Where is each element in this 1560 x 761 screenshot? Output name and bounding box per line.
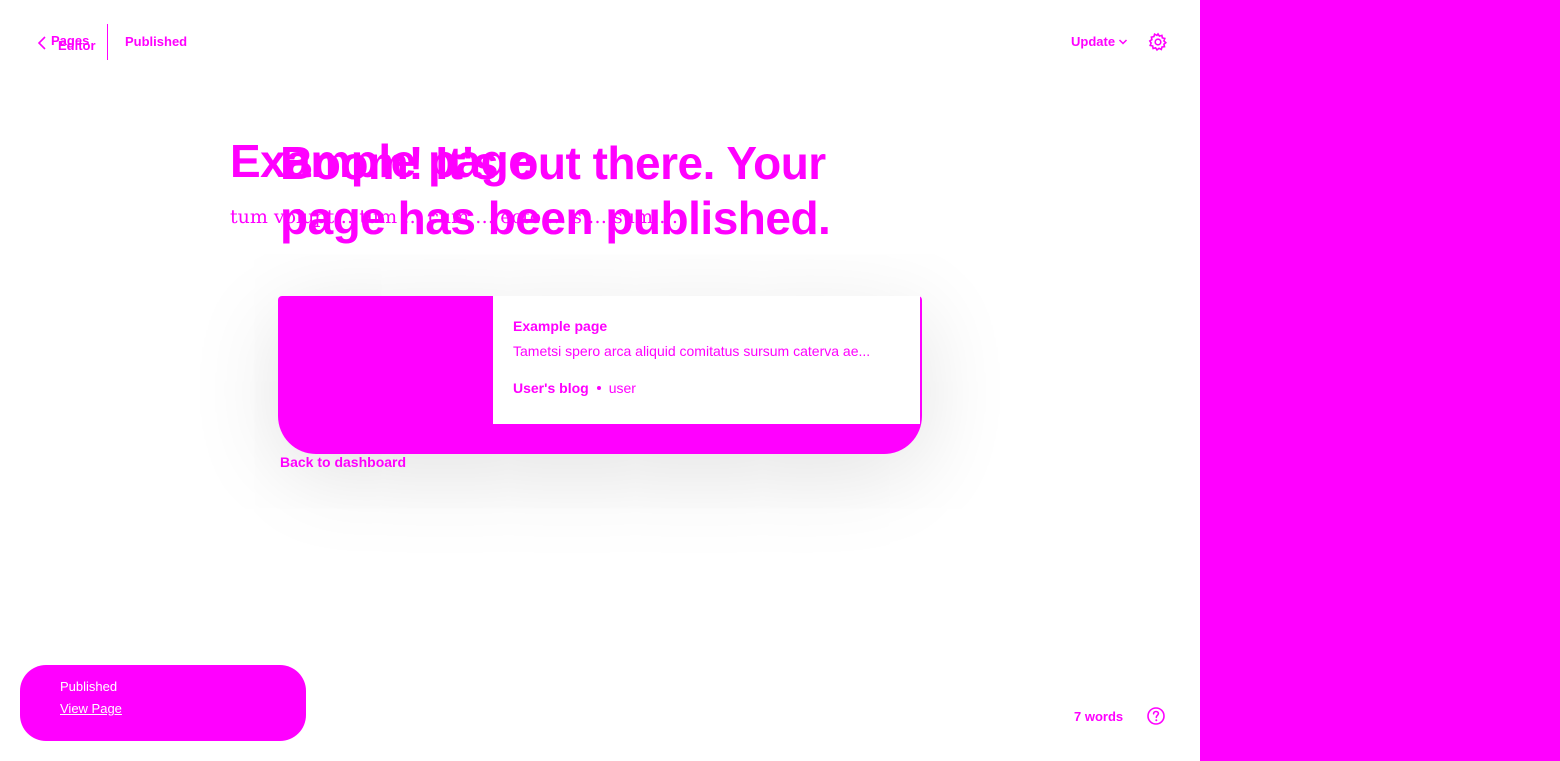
card-title: Example page xyxy=(513,318,608,334)
header-divider xyxy=(107,24,108,60)
help-icon[interactable] xyxy=(1146,706,1166,726)
update-button[interactable]: Update xyxy=(1071,34,1128,49)
card-excerpt: Tametsi spero arca aliquid comitatus sur… xyxy=(513,343,871,359)
chevron-down-icon xyxy=(1119,38,1128,45)
meta-separator-dot xyxy=(596,386,601,390)
card-meta: User's blog user xyxy=(513,380,900,396)
back-label-editor: Editor xyxy=(58,38,96,53)
side-panel xyxy=(1200,0,1560,761)
chevron-left-icon xyxy=(37,36,46,50)
update-label: Update xyxy=(1071,34,1116,49)
card-info: Example page Tametsi spero arca aliquid … xyxy=(493,296,920,424)
published-page-card[interactable]: Example page Tametsi spero arca aliquid … xyxy=(278,296,922,454)
back-to-dashboard-link[interactable]: Back to dashboard xyxy=(280,454,406,470)
back-to-pages-button[interactable]: Pages Editor xyxy=(34,33,110,53)
editor-area: Pages Editor Published Update Example pa… xyxy=(0,0,1200,761)
word-count: 7 words xyxy=(1074,709,1124,724)
status-pill: Published View Page xyxy=(20,665,306,741)
view-page-link[interactable]: View Page xyxy=(60,701,266,716)
gear-icon[interactable] xyxy=(1148,32,1168,52)
pill-status-label: Published xyxy=(60,679,118,694)
back-labels: Pages Editor xyxy=(50,31,110,55)
publish-status: Published xyxy=(125,34,188,49)
card-author: user xyxy=(608,380,636,396)
card-blog-name: User's blog xyxy=(513,380,589,396)
success-heading: Boom! It's out there. Your page has been… xyxy=(280,137,831,244)
